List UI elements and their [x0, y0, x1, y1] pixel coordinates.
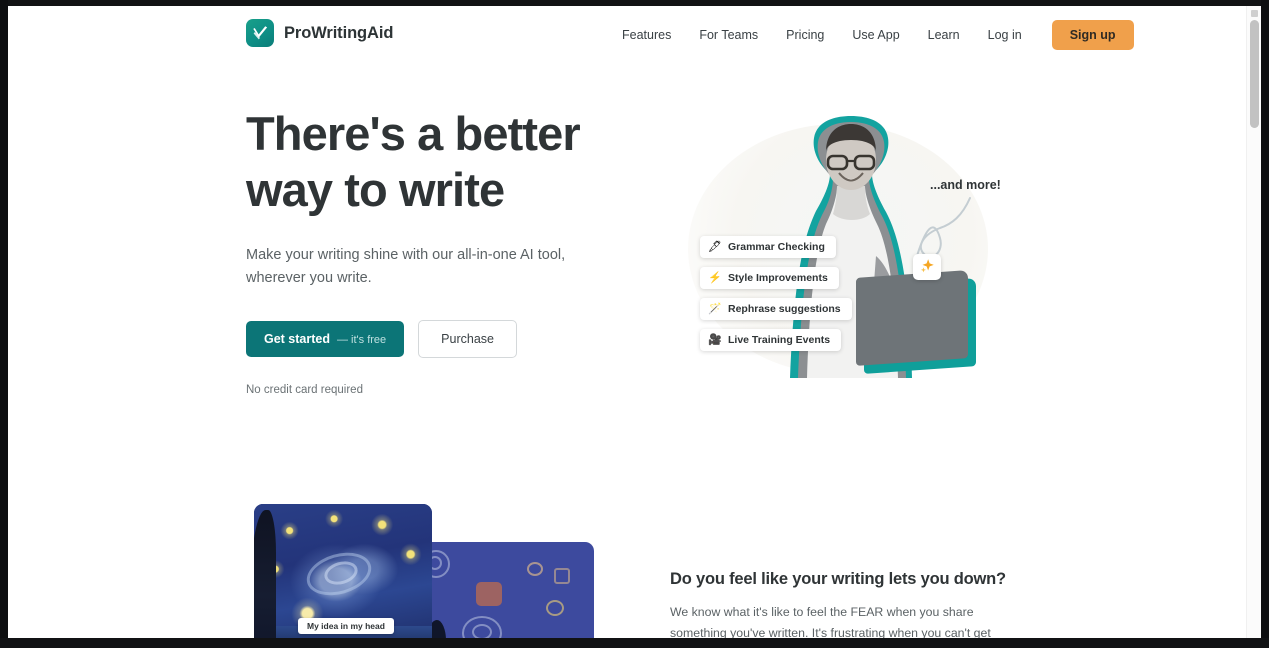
get-started-button[interactable]: Get started — it's free	[246, 321, 405, 357]
doodle-swirl-icon	[546, 600, 564, 616]
painting-cypress-tree	[254, 510, 276, 638]
nav-item-for-teams[interactable]: For Teams	[685, 22, 772, 48]
feature-chip-grammar-checking: 🖋 Grammar Checking	[700, 236, 836, 258]
doodle-spiral-large-inner-icon	[472, 624, 492, 638]
doodle-blot-icon	[476, 582, 502, 606]
prowritingaid-logo-icon	[246, 19, 274, 47]
story-title: Do you feel like your writing lets you d…	[670, 570, 1006, 588]
main-navigation: Features For Teams Pricing Use App Learn…	[608, 6, 1134, 63]
magic-wand-icon: 🪄	[708, 302, 722, 315]
feature-chip-rephrase-suggestions: 🪄 Rephrase suggestions	[700, 298, 852, 320]
lightning-bolt-icon: ⚡	[708, 271, 722, 284]
video-camera-icon: 🎥	[708, 333, 722, 346]
hero-cta-group: Get started — it's free Purchase	[246, 320, 646, 358]
purchase-button[interactable]: Purchase	[418, 320, 517, 358]
site-header: ProWritingAid Features For Teams Pricing…	[8, 6, 1246, 63]
feature-chip-style-improvements: ⚡ Style Improvements	[700, 267, 839, 289]
sparkle-badge	[913, 254, 941, 280]
feature-chip-label: Grammar Checking	[728, 241, 825, 253]
doodle-small-icon	[527, 562, 543, 576]
browser-chrome-bottom	[0, 638, 1269, 648]
hero-subtitle: Make your writing shine with our all-in-…	[246, 247, 566, 286]
feature-chip-label: Live Training Events	[728, 334, 831, 346]
get-started-note: — it's free	[337, 334, 387, 346]
nav-item-use-app[interactable]: Use App	[838, 22, 913, 48]
story-body: We know what it's like to feel the FEAR …	[670, 605, 991, 638]
sign-up-button[interactable]: Sign up	[1051, 19, 1134, 50]
vertical-scrollbar[interactable]	[1246, 6, 1261, 638]
feature-chip-label: Style Improvements	[728, 272, 828, 284]
hero-illustration: ...and more! 🖋 Grammar Checking ⚡ Style …	[668, 106, 1028, 396]
feature-chip-live-training-events: 🎥 Live Training Events	[700, 329, 842, 351]
doodle-square-icon	[554, 568, 570, 584]
story-illustration: My idea in my head	[254, 504, 604, 638]
scrollbar-up-arrow-icon[interactable]	[1251, 10, 1258, 17]
browser-chrome-right	[1261, 0, 1269, 648]
get-started-label: Get started	[264, 332, 330, 346]
nav-item-learn[interactable]: Learn	[914, 22, 974, 48]
sparkle-icon	[920, 258, 935, 276]
page-content: ProWritingAid Features For Teams Pricing…	[8, 6, 1261, 638]
hero-section: There's a better way to write Make your …	[246, 106, 646, 396]
scrollbar-thumb[interactable]	[1250, 20, 1259, 128]
nav-item-log-in[interactable]: Log in	[974, 22, 1036, 48]
browser-chrome-left	[0, 0, 8, 648]
browser-viewport: ProWritingAid Features For Teams Pricing…	[0, 0, 1269, 648]
brand-logo-link[interactable]: ProWritingAid	[246, 19, 393, 47]
no-credit-card-note: No credit card required	[246, 384, 363, 396]
brand-name: ProWritingAid	[284, 23, 394, 42]
painting-caption: My idea in my head	[298, 618, 394, 634]
scribble-notes-card	[404, 542, 594, 638]
laptop-icon	[856, 270, 968, 366]
page-title: There's a better way to write	[246, 107, 581, 216]
nav-item-features[interactable]: Features	[608, 22, 685, 48]
feature-chip-label: Rephrase suggestions	[728, 303, 841, 315]
nav-item-pricing[interactable]: Pricing	[772, 22, 838, 48]
story-section: Do you feel like your writing lets you d…	[670, 570, 1025, 638]
quill-pen-icon: 🖋	[708, 240, 722, 253]
and-more-label: ...and more!	[930, 178, 1001, 192]
